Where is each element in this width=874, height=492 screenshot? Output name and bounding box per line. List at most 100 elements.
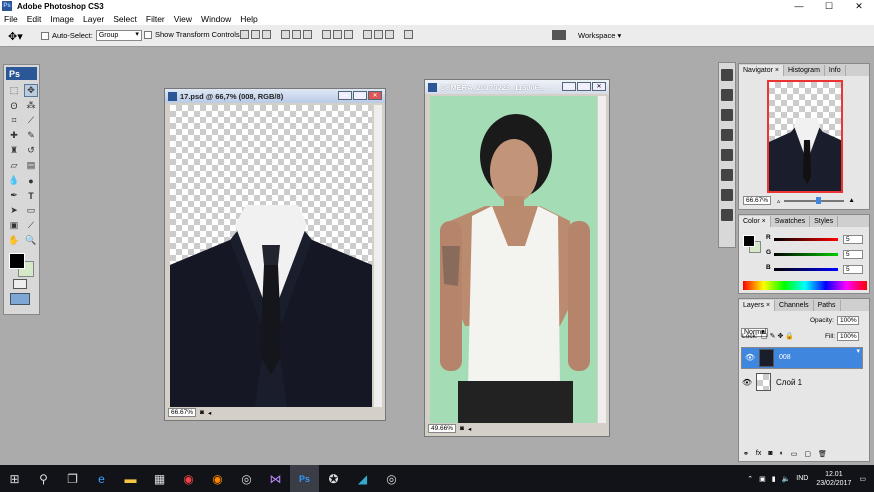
character-panel-icon[interactable] xyxy=(721,169,733,181)
app-icon-2[interactable]: ⋈ xyxy=(261,465,290,492)
status-info-icon[interactable]: ◙ xyxy=(200,409,204,416)
layer-mask-icon[interactable]: ◙ xyxy=(768,450,772,458)
eraser-tool-icon[interactable]: ▱ xyxy=(7,159,21,172)
layer-row-008[interactable]: 👁 008 xyxy=(741,347,863,369)
zoom-field[interactable]: 66.67% xyxy=(168,408,197,417)
navigator-preview[interactable] xyxy=(767,80,843,193)
path-selection-tool-icon[interactable]: ➤ xyxy=(7,204,21,217)
windows-start-icon[interactable]: ⊞ xyxy=(0,465,29,492)
tab-info[interactable]: Info xyxy=(825,65,846,76)
app-icon-1[interactable]: ◎ xyxy=(232,465,261,492)
color-spectrum-ramp[interactable] xyxy=(743,281,867,290)
actions-panel-icon[interactable] xyxy=(721,149,733,161)
tab-swatches[interactable]: Swatches xyxy=(771,216,811,227)
minimize-button[interactable]: — xyxy=(784,0,814,12)
scroll-left-icon[interactable]: ◂ xyxy=(208,409,211,417)
zoom-out-icon[interactable]: ▵ xyxy=(777,197,780,205)
distribute-vcenter-icon[interactable] xyxy=(333,30,342,39)
healing-brush-tool-icon[interactable]: ✚ xyxy=(7,129,21,142)
app-icon-5[interactable]: ◎ xyxy=(377,465,406,492)
align-vcenter-icon[interactable] xyxy=(251,30,260,39)
menu-view[interactable]: View xyxy=(174,14,192,24)
show-transform-checkbox[interactable] xyxy=(144,30,152,39)
adjustment-layer-icon[interactable]: ◐ xyxy=(780,450,784,458)
document-window-17psd[interactable]: 17.psd @ 66,7% (008, RGB/8) — ▭ ✕ 66.67%… xyxy=(164,88,386,421)
document-window-cymera[interactable]: CYMERA_20170223_113006... — ▭ ✕ 49.66% ◙… xyxy=(424,79,610,437)
distribute-hcenter-icon[interactable] xyxy=(374,30,383,39)
navigator-slider-handle[interactable] xyxy=(816,196,822,204)
menu-filter[interactable]: Filter xyxy=(146,14,165,24)
doc-close-button[interactable]: ✕ xyxy=(592,82,606,91)
marquee-tool-icon[interactable]: ⬚ xyxy=(7,84,21,97)
type-tool-icon[interactable]: T xyxy=(24,189,38,202)
crop-tool-icon[interactable]: ⌗ xyxy=(7,114,21,127)
tab-navigator[interactable]: Navigator × xyxy=(739,65,784,76)
history-brush-tool-icon[interactable]: ↺ xyxy=(24,144,38,157)
app-icon-3[interactable]: ✪ xyxy=(319,465,348,492)
dodge-tool-icon[interactable]: ● xyxy=(24,174,38,187)
layer-name[interactable]: Слой 1 xyxy=(776,378,802,387)
navigator-zoom-field[interactable]: 66.67% xyxy=(743,196,772,205)
distribute-top-icon[interactable] xyxy=(322,30,331,39)
menu-file[interactable]: File xyxy=(4,14,18,24)
tool-presets-panel-icon[interactable] xyxy=(721,89,733,101)
blur-tool-icon[interactable]: 💧 xyxy=(7,174,21,187)
doc-maximize-button[interactable]: ▭ xyxy=(577,82,591,91)
screen-mode-icon[interactable] xyxy=(10,293,30,305)
tab-color[interactable]: Color × xyxy=(739,216,771,227)
distribute-right-icon[interactable] xyxy=(385,30,394,39)
gradient-tool-icon[interactable]: ▤ xyxy=(24,159,38,172)
layer-comps-panel-icon[interactable] xyxy=(721,109,733,121)
menu-edit[interactable]: Edit xyxy=(27,14,42,24)
new-group-icon[interactable]: ▭ xyxy=(791,450,798,458)
color-g-slider[interactable] xyxy=(774,253,838,256)
clone-source-panel-icon[interactable] xyxy=(721,129,733,141)
color-fg-swatch[interactable] xyxy=(743,235,755,247)
distribute-bottom-icon[interactable] xyxy=(344,30,353,39)
search-icon[interactable]: ⚲ xyxy=(29,465,58,492)
layer-style-icon[interactable]: fx xyxy=(756,450,761,458)
menu-select[interactable]: Select xyxy=(113,14,137,24)
clone-stamp-tool-icon[interactable]: ♜ xyxy=(7,144,21,157)
firefox-icon[interactable]: ◉ xyxy=(203,465,232,492)
doc-maximize-button[interactable]: ▭ xyxy=(353,91,367,100)
doc-minimize-button[interactable]: — xyxy=(338,91,352,100)
vertical-scrollbar[interactable] xyxy=(374,105,382,407)
chrome-icon[interactable]: ◉ xyxy=(174,465,203,492)
task-view-icon[interactable]: ❐ xyxy=(58,465,87,492)
shape-tool-icon[interactable]: ▭ xyxy=(24,204,38,217)
new-layer-icon[interactable]: ▢ xyxy=(804,450,811,458)
history-panel-icon[interactable] xyxy=(721,209,733,221)
menu-image[interactable]: Image xyxy=(50,14,74,24)
tab-paths[interactable]: Paths xyxy=(814,300,841,311)
tray-app-icon[interactable]: ▣ xyxy=(759,475,766,483)
foreground-color-swatch[interactable] xyxy=(9,253,25,269)
doc-close-button[interactable]: ✕ xyxy=(368,91,382,100)
link-layers-icon[interactable]: ⚭ xyxy=(743,450,749,458)
align-top-icon[interactable] xyxy=(240,30,249,39)
opacity-value[interactable]: 100% xyxy=(837,316,859,325)
align-hcenter-icon[interactable] xyxy=(292,30,301,39)
photoshop-taskbar-icon[interactable]: Ps xyxy=(290,465,319,492)
color-g-value[interactable]: 5 xyxy=(843,250,863,259)
workspace-button[interactable]: Workspace ▾ xyxy=(578,31,621,40)
pen-tool-icon[interactable]: ✒ xyxy=(7,189,21,202)
menu-help[interactable]: Help xyxy=(240,14,257,24)
distribute-left-icon[interactable] xyxy=(363,30,372,39)
maximize-button[interactable]: ☐ xyxy=(814,0,844,12)
auto-align-icon[interactable] xyxy=(404,30,413,39)
align-right-icon[interactable] xyxy=(303,30,312,39)
status-info-icon[interactable]: ◙ xyxy=(460,425,464,432)
tray-chevron-icon[interactable]: ⌃ xyxy=(747,475,753,483)
layer-visibility-eye-icon[interactable]: 👁 xyxy=(744,352,756,364)
layer-row-sloy1[interactable]: 👁 Слой 1 xyxy=(741,371,863,393)
scroll-left-icon[interactable]: ◂ xyxy=(468,425,471,433)
volume-icon[interactable]: 🔈 xyxy=(782,475,791,483)
eyedropper-tool-icon[interactable]: ⟋ xyxy=(24,219,38,232)
navigator-zoom-slider[interactable] xyxy=(784,196,845,204)
palette-well-icon[interactable] xyxy=(552,30,566,40)
zoom-tool-icon[interactable]: 🔍 xyxy=(24,234,38,247)
close-button[interactable]: ✕ xyxy=(844,0,874,12)
tab-styles[interactable]: Styles xyxy=(810,216,839,227)
app-icon-4[interactable]: ◢ xyxy=(348,465,377,492)
